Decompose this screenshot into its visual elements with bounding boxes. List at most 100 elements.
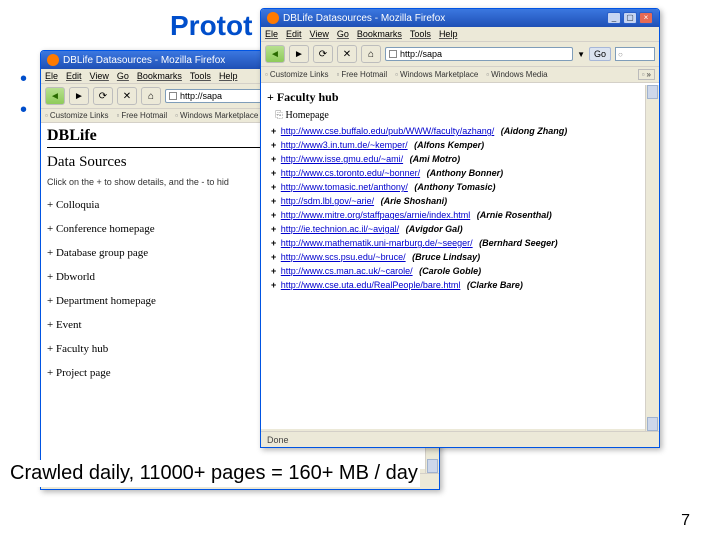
menu-help[interactable]: Help: [439, 29, 458, 39]
faculty-name: (Clarke Bare): [467, 281, 523, 290]
faculty-name: (Bernhard Seeger): [479, 239, 558, 248]
status-bar: Done: [261, 431, 659, 447]
forward-button[interactable]: ►: [69, 87, 89, 105]
faculty-link-row: + http://www3.in.tum.de/~kemper/ (Alfons…: [271, 141, 653, 150]
faculty-link-row: + http://www.cs.toronto.edu/~bonner/ (An…: [271, 169, 653, 178]
expand-icon[interactable]: +: [271, 211, 276, 220]
firefox-icon: [47, 54, 59, 66]
menu-edit[interactable]: Edit: [66, 71, 82, 81]
stop-button[interactable]: ✕: [337, 45, 357, 63]
faculty-link[interactable]: http://www.cs.toronto.edu/~bonner/: [281, 169, 420, 178]
faculty-link-row: + http://www.tomasic.net/anthony/ (Antho…: [271, 183, 653, 192]
bookmark-overflow[interactable]: »: [638, 69, 655, 80]
titlebar[interactable]: DBLife Datasources - Mozilla Firefox _ ▢…: [261, 9, 659, 27]
window-title: DBLife Datasources - Mozilla Firefox: [63, 55, 225, 66]
search-input[interactable]: [615, 47, 655, 61]
page-icon: [389, 50, 397, 58]
faculty-link[interactable]: http://www.cse.uta.edu/RealPeople/bare.h…: [281, 281, 461, 290]
menu-bar[interactable]: Ele Edit View Go Bookmarks Tools Help: [261, 27, 659, 42]
faculty-link[interactable]: http://www.isse.gmu.edu/~ami/: [281, 155, 403, 164]
bookmark-link[interactable]: Customize Links: [45, 111, 109, 120]
faculty-link[interactable]: http://www.scs.psu.edu/~bruce/: [281, 253, 406, 262]
faculty-name: (Avigdor Gal): [406, 225, 463, 234]
menu-bookmarks[interactable]: Bookmarks: [137, 71, 182, 81]
bookmark-link[interactable]: Free Hotmail: [337, 69, 388, 80]
menu-help[interactable]: Help: [219, 71, 238, 81]
menu-file[interactable]: Ele: [45, 71, 58, 81]
expand-icon[interactable]: +: [271, 239, 276, 248]
faculty-link-row: + http://www.isse.gmu.edu/~ami/ (Ami Mot…: [271, 155, 653, 164]
stop-button[interactable]: ✕: [117, 87, 137, 105]
menu-edit[interactable]: Edit: [286, 29, 302, 39]
expand-icon[interactable]: +: [271, 183, 276, 192]
faculty-link[interactable]: http://www.mitre.org/staffpages/arnie/in…: [281, 211, 470, 220]
bookmark-link[interactable]: Windows Marketplace: [395, 69, 478, 80]
menu-file[interactable]: Ele: [265, 29, 278, 39]
expand-icon[interactable]: +: [271, 169, 276, 178]
bookmarks-bar: Customize Links Free Hotmail Windows Mar…: [261, 67, 659, 83]
faculty-name: (Arie Shoshani): [381, 197, 448, 206]
faculty-hub-item[interactable]: + Faculty hub: [267, 90, 653, 105]
expand-icon[interactable]: +: [271, 225, 276, 234]
faculty-link-row: + http://www.mathematik.uni-marburg.de/~…: [271, 239, 653, 248]
menu-tools[interactable]: Tools: [190, 71, 211, 81]
menu-view[interactable]: View: [310, 29, 329, 39]
faculty-link-row: + http://www.scs.psu.edu/~bruce/ (Bruce …: [271, 253, 653, 262]
expand-icon[interactable]: +: [271, 141, 276, 150]
back-button[interactable]: ◄: [45, 87, 65, 105]
faculty-link-row: + http://www.cs.man.ac.uk/~carole/ (Caro…: [271, 267, 653, 276]
faculty-name: (Anthony Bonner): [427, 169, 504, 178]
bookmark-link[interactable]: Windows Media: [486, 69, 547, 80]
menu-go[interactable]: Go: [117, 71, 129, 81]
faculty-name: (Bruce Lindsay): [412, 253, 480, 262]
faculty-name: (Arnie Rosenthal): [477, 211, 552, 220]
expand-icon[interactable]: +: [271, 281, 276, 290]
bookmark-link[interactable]: Customize Links: [265, 69, 329, 80]
faculty-link[interactable]: http://www.cs.man.ac.uk/~carole/: [281, 267, 413, 276]
expand-icon[interactable]: +: [271, 197, 276, 206]
firefox-icon: [267, 12, 279, 24]
expand-icon[interactable]: +: [271, 267, 276, 276]
expand-icon[interactable]: +: [271, 127, 276, 136]
faculty-link-row: + http://www.cse.buffalo.edu/pub/WWW/fac…: [271, 127, 653, 136]
faculty-link[interactable]: http://www.cse.buffalo.edu/pub/WWW/facul…: [281, 127, 494, 136]
menu-view[interactable]: View: [90, 71, 109, 81]
menu-go[interactable]: Go: [337, 29, 349, 39]
maximize-button[interactable]: ▢: [623, 12, 637, 24]
expand-icon[interactable]: +: [271, 155, 276, 164]
dropdown-icon[interactable]: ▼: [577, 50, 585, 59]
crawl-summary: Crawled daily, 11000+ pages = 160+ MB / …: [8, 460, 420, 487]
back-button[interactable]: ◄: [265, 45, 285, 63]
bookmark-link[interactable]: Windows Marketplace: [175, 111, 258, 120]
go-button[interactable]: Go: [589, 47, 611, 61]
forward-button[interactable]: ►: [289, 45, 309, 63]
nav-toolbar: ◄ ► ⟳ ✕ ⌂ http://sapa ▼ Go: [261, 42, 659, 67]
faculty-link[interactable]: http://www3.in.tum.de/~kemper/: [281, 141, 408, 150]
faculty-link-row: + http://www.cse.uta.edu/RealPeople/bare…: [271, 281, 653, 290]
page-content: + Faculty hub Homepage + http://www.cse.…: [261, 83, 659, 429]
reload-button[interactable]: ⟳: [93, 87, 113, 105]
faculty-name: (Anthony Tomasic): [414, 183, 495, 192]
reload-button[interactable]: ⟳: [313, 45, 333, 63]
homepage-label: Homepage: [275, 110, 653, 121]
faculty-name: (Carole Goble): [419, 267, 481, 276]
faculty-link-row: + http://www.mitre.org/staffpages/arnie/…: [271, 211, 653, 220]
scrollbar[interactable]: [645, 85, 659, 431]
window-title: DBLife Datasources - Mozilla Firefox: [283, 13, 445, 24]
menu-bookmarks[interactable]: Bookmarks: [357, 29, 402, 39]
expand-icon[interactable]: +: [271, 253, 276, 262]
faculty-link[interactable]: http://ie.technion.ac.il/~avigal/: [281, 225, 399, 234]
home-button[interactable]: ⌂: [141, 87, 161, 105]
home-button[interactable]: ⌂: [361, 45, 381, 63]
menu-tools[interactable]: Tools: [410, 29, 431, 39]
minimize-button[interactable]: _: [607, 12, 621, 24]
url-input[interactable]: http://sapa: [385, 47, 573, 61]
bookmark-link[interactable]: Free Hotmail: [117, 111, 168, 120]
faculty-link[interactable]: http://www.tomasic.net/anthony/: [281, 183, 408, 192]
slide-title: Protot: [170, 10, 252, 42]
faculty-name: (Aidong Zhang): [501, 127, 567, 136]
faculty-link-row: + http://sdm.lbl.gov/~arie/ (Arie Shosha…: [271, 197, 653, 206]
close-button[interactable]: ×: [639, 12, 653, 24]
faculty-link[interactable]: http://sdm.lbl.gov/~arie/: [281, 197, 374, 206]
faculty-link[interactable]: http://www.mathematik.uni-marburg.de/~se…: [281, 239, 473, 248]
